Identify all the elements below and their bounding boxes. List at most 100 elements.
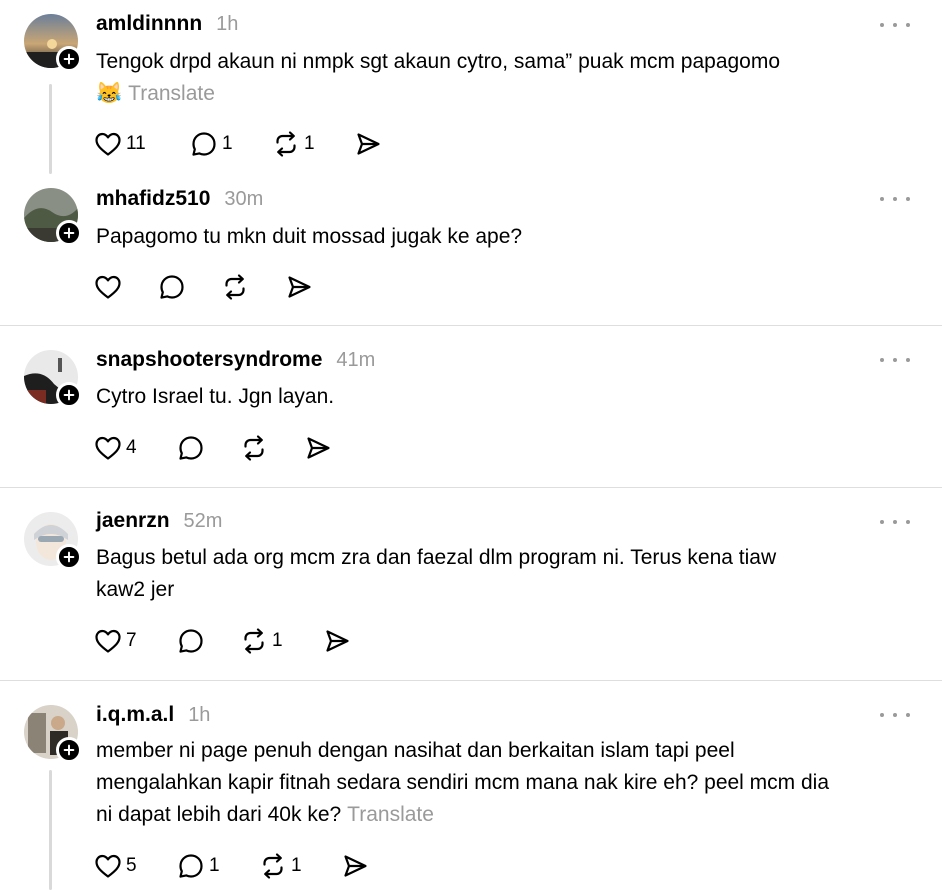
post-header: mhafidz510 30m (96, 187, 263, 213)
more-options-button[interactable] (880, 514, 910, 530)
more-options-button[interactable] (880, 707, 910, 723)
post-header: amldinnnn 1h (96, 12, 238, 38)
share-button[interactable] (354, 129, 382, 159)
share-button[interactable] (304, 433, 332, 463)
send-icon (304, 434, 332, 462)
like-count: 11 (126, 133, 146, 154)
like-count: 5 (126, 855, 137, 876)
avatar-wrap (24, 188, 82, 246)
post-text-line: ni dapat lebih dari 40k ke? (96, 803, 342, 826)
reply-button[interactable] (177, 433, 209, 463)
avatar-wrap (24, 14, 82, 72)
divider (0, 680, 942, 681)
repost-button[interactable] (221, 272, 253, 302)
share-button[interactable] (341, 851, 369, 881)
heart-icon (94, 434, 122, 462)
post-text: Cytro Israel tu. Jgn layan. (96, 381, 916, 413)
timestamp: 1h (188, 704, 211, 726)
follow-button[interactable] (56, 220, 82, 246)
follow-button[interactable] (56, 382, 82, 408)
timestamp: 52m (183, 510, 223, 532)
send-icon (341, 852, 369, 880)
thread-line (49, 770, 52, 890)
post-text-line: mengalahkan kapir fitnah sedara sendiri … (96, 771, 830, 794)
username[interactable]: snapshootersyndrome (96, 348, 322, 372)
reply-button[interactable]: 1 (177, 851, 220, 881)
like-button[interactable]: 4 (94, 433, 137, 463)
post-text-line: Bagus betul ada org mcm zra dan faezal d… (96, 546, 777, 569)
repost-count: 1 (304, 133, 315, 154)
heart-icon (94, 852, 122, 880)
translate-link[interactable]: Translate (128, 82, 215, 105)
thread-line (49, 84, 52, 174)
username[interactable]: jaenrzn (96, 509, 170, 533)
post-text-line: Cytro Israel tu. Jgn layan. (96, 385, 335, 408)
send-icon (323, 627, 351, 655)
like-button[interactable] (94, 272, 126, 302)
more-icon (880, 713, 884, 717)
follow-button[interactable] (56, 737, 82, 763)
repost-count: 1 (291, 855, 302, 876)
divider (0, 487, 942, 488)
post-text: Tengok drpd akaun ni nmpk sgt akaun cytr… (96, 46, 916, 110)
plus-icon (62, 388, 76, 402)
send-icon (354, 130, 382, 158)
repost-button[interactable]: 1 (272, 129, 315, 159)
more-options-button[interactable] (880, 352, 910, 368)
repost-icon (259, 852, 287, 880)
comment-icon (190, 130, 218, 158)
avatar-wrap (24, 512, 82, 570)
reply-button[interactable] (177, 626, 209, 656)
plus-icon (62, 226, 76, 240)
follow-button[interactable] (56, 544, 82, 570)
reply-button[interactable]: 1 (190, 129, 233, 159)
divider (0, 325, 942, 326)
timestamp: 30m (224, 188, 264, 210)
reply-button[interactable] (158, 272, 190, 302)
more-icon (880, 23, 884, 27)
post-text: Bagus betul ada org mcm zra dan faezal d… (96, 542, 916, 606)
share-button[interactable] (323, 626, 351, 656)
like-button[interactable]: 5 (94, 851, 137, 881)
send-icon (285, 273, 313, 301)
more-icon (893, 358, 897, 362)
post-text-line: Papagomo tu mkn duit mossad jugak ke ape… (96, 225, 523, 248)
like-button[interactable]: 11 (94, 129, 146, 159)
translate-link[interactable]: Translate (347, 803, 434, 826)
follow-button[interactable] (56, 46, 82, 72)
post-header: jaenrzn 52m (96, 509, 222, 535)
post-header: snapshootersyndrome 41m (96, 348, 375, 374)
more-icon (906, 23, 910, 27)
plus-icon (62, 743, 76, 757)
avatar-wrap (24, 705, 82, 763)
repost-button[interactable]: 1 (259, 851, 302, 881)
like-button[interactable]: 7 (94, 626, 137, 656)
like-count: 4 (126, 437, 137, 458)
username[interactable]: mhafidz510 (96, 187, 210, 211)
more-icon (893, 197, 897, 201)
repost-button[interactable] (240, 433, 272, 463)
like-count: 7 (126, 630, 137, 651)
share-button[interactable] (285, 272, 313, 302)
more-icon (906, 520, 910, 524)
username[interactable]: amldinnnn (96, 12, 202, 36)
repost-button[interactable]: 1 (240, 626, 283, 656)
timestamp: 1h (216, 13, 239, 35)
heart-icon (94, 130, 122, 158)
more-options-button[interactable] (880, 191, 910, 207)
post-text-line: member ni page penuh dengan nasihat dan … (96, 739, 735, 762)
reply-count: 1 (209, 855, 220, 876)
emoji: 😹 (96, 82, 123, 105)
heart-icon (94, 627, 122, 655)
comment-icon (177, 627, 205, 655)
username[interactable]: i.q.m.a.l (96, 703, 174, 727)
comment-icon (177, 852, 205, 880)
more-icon (906, 358, 910, 362)
more-icon (893, 520, 897, 524)
more-icon (880, 520, 884, 524)
comment-icon (177, 434, 205, 462)
timestamp: 41m (336, 349, 376, 371)
plus-icon (62, 550, 76, 564)
more-icon (880, 197, 884, 201)
more-options-button[interactable] (880, 17, 910, 33)
